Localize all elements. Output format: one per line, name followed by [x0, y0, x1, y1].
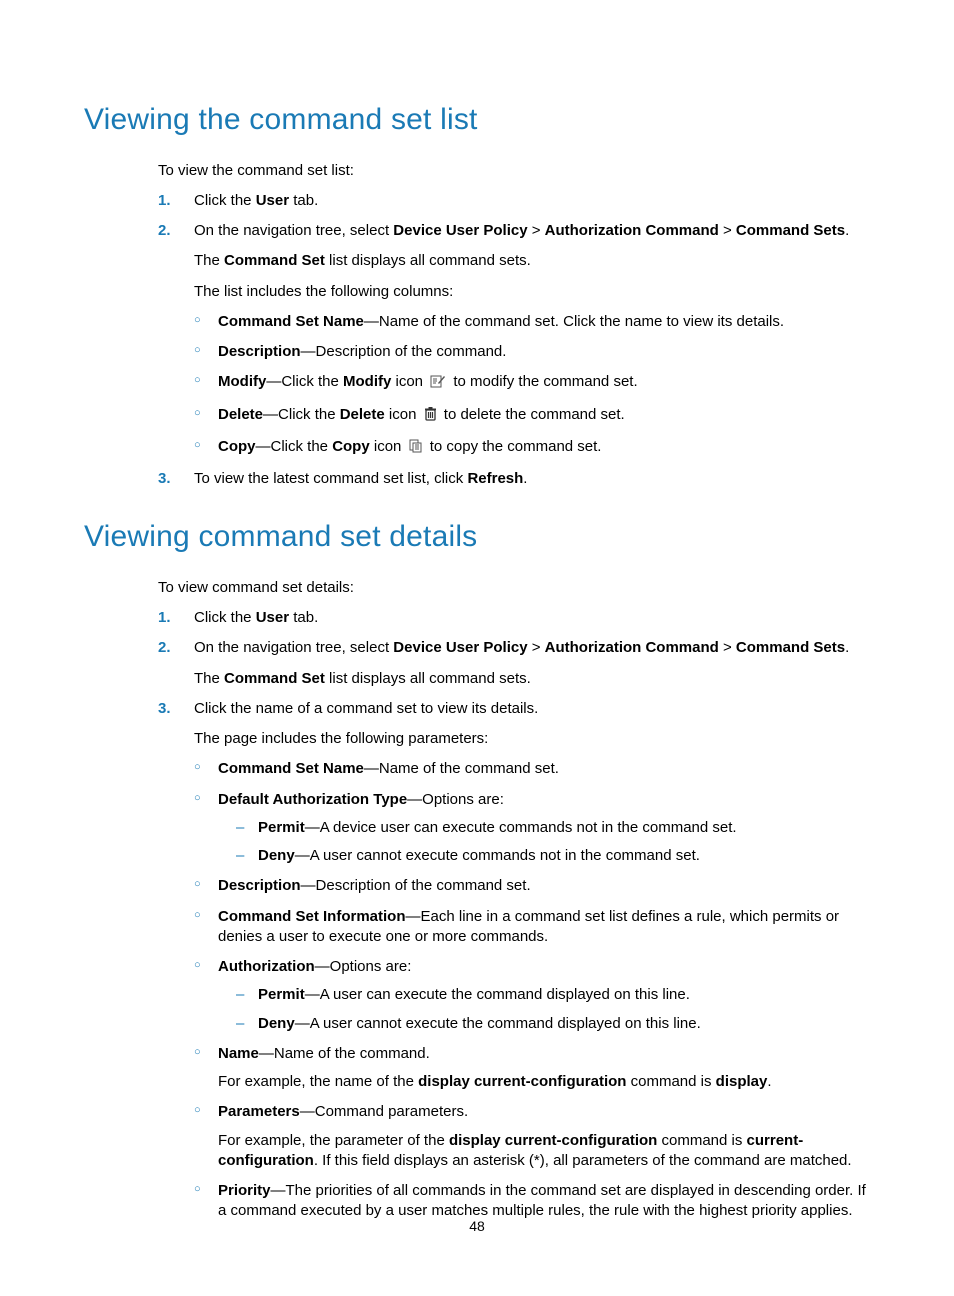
list-item: Command Set Name—Name of the command set…	[194, 759, 870, 779]
list-item: Permit—A device user can execute command…	[236, 818, 870, 838]
steps-list: 1. Click the User tab. 2. On the navigat…	[158, 191, 870, 490]
step-text: Click the User tab.	[194, 191, 870, 211]
options-list: Permit—A user can execute the command di…	[236, 985, 870, 1034]
page-number: 48	[0, 1217, 954, 1236]
step-text: The Command Set list displays all comman…	[194, 251, 870, 271]
step-text: On the navigation tree, select Device Us…	[194, 221, 870, 241]
delete-icon	[424, 407, 437, 427]
steps-list: 1. Click the User tab. 2. On the navigat…	[158, 608, 870, 1222]
list-item: Default Authorization Type—Options are: …	[194, 790, 870, 867]
intro-text: To view the command set list:	[158, 161, 870, 181]
list-item: Command Set Information—Each line in a c…	[194, 907, 870, 948]
step-number: 3.	[158, 469, 171, 489]
example-text: For example, the parameter of the displa…	[218, 1131, 870, 1172]
step-number: 3.	[158, 699, 171, 719]
step-3: 3. To view the latest command set list, …	[158, 469, 870, 489]
list-item: Parameters—Command parameters. For examp…	[194, 1102, 870, 1171]
step-text: Click the name of a command set to view …	[194, 699, 870, 719]
step-text: The page includes the following paramete…	[194, 729, 870, 749]
step-text: The Command Set list displays all comman…	[194, 669, 870, 689]
list-item: Name—Name of the command. For example, t…	[194, 1044, 870, 1093]
column-list: Command Set Name—Name of the command set…	[194, 312, 870, 459]
list-item: Deny—A user cannot execute commands not …	[236, 846, 870, 866]
list-item: Authorization—Options are: Permit—A user…	[194, 957, 870, 1034]
list-item: Deny—A user cannot execute the command d…	[236, 1014, 870, 1034]
step-2: 2. On the navigation tree, select Device…	[158, 638, 870, 689]
options-list: Permit—A device user can execute command…	[236, 818, 870, 867]
list-item: Copy—Click the Copy icon to copy the com…	[194, 437, 870, 459]
parameter-list: Command Set Name—Name of the command set…	[194, 759, 870, 1221]
list-item: Description—Description of the command.	[194, 342, 870, 362]
step-3: 3. Click the name of a command set to vi…	[158, 699, 870, 1222]
heading-viewing-command-set-details: Viewing command set details	[84, 517, 870, 558]
list-item: Command Set Name—Name of the command set…	[194, 312, 870, 332]
list-item: Permit—A user can execute the command di…	[236, 985, 870, 1005]
step-text: The list includes the following columns:	[194, 282, 870, 302]
heading-viewing-command-set-list: Viewing the command set list	[84, 100, 870, 141]
copy-icon	[409, 439, 423, 459]
step-2: 2. On the navigation tree, select Device…	[158, 221, 870, 459]
step-text: On the navigation tree, select Device Us…	[194, 638, 870, 658]
modify-icon	[430, 374, 446, 394]
intro-text: To view command set details:	[158, 578, 870, 598]
step-text: Click the User tab.	[194, 608, 870, 628]
list-item: Modify—Click the Modify icon to modify t…	[194, 372, 870, 394]
step-1: 1. Click the User tab.	[158, 608, 870, 628]
list-item: Delete—Click the Delete icon to delete t…	[194, 405, 870, 427]
document-page: Viewing the command set list To view the…	[0, 0, 954, 1222]
list-item: Priority—The priorities of all commands …	[194, 1181, 870, 1222]
step-number: 1.	[158, 191, 171, 211]
list-item: Description—Description of the command s…	[194, 876, 870, 896]
step-number: 2.	[158, 638, 171, 658]
step-number: 1.	[158, 608, 171, 628]
example-text: For example, the name of the display cur…	[218, 1072, 870, 1092]
step-number: 2.	[158, 221, 171, 241]
step-1: 1. Click the User tab.	[158, 191, 870, 211]
step-text: To view the latest command set list, cli…	[194, 469, 870, 489]
